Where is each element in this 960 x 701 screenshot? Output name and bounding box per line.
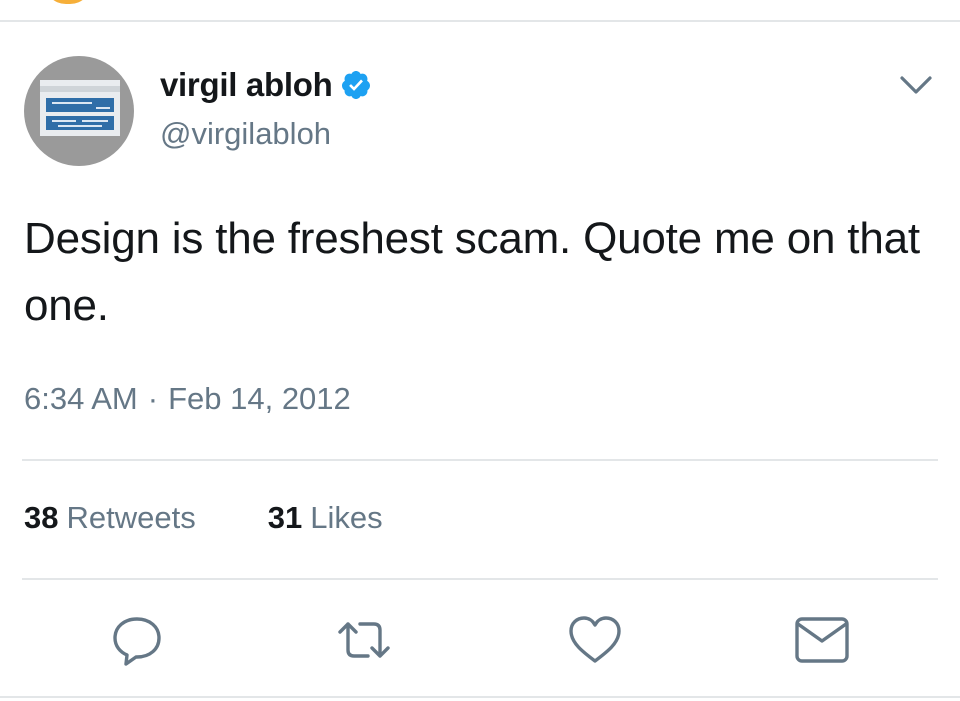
avatar[interactable] [24,56,134,166]
likes-count: 31 [267,500,303,535]
reply-button[interactable] [107,610,167,670]
tweet-stats: 38 Retweets 31 Likes [24,500,383,536]
direct-message-button[interactable] [792,610,852,670]
tweet-timestamp[interactable]: 6:34 AM · Feb 14, 2012 [24,381,351,417]
stats-top-divider [22,459,938,461]
display-name[interactable]: virgil abloh [160,66,333,104]
like-button[interactable] [565,610,625,670]
speech-bubble-icon [113,617,161,666]
tweet-text: Design is the freshest scam. Quote me on… [24,214,920,330]
verified-badge-icon [340,69,372,101]
actions-top-divider [22,578,938,580]
heart-icon [569,616,621,663]
tweet-date: Feb 14, 2012 [168,381,351,416]
likes-stat[interactable]: 31 Likes [268,500,383,536]
timestamp-separator: · [147,381,159,416]
retweet-button[interactable] [334,610,394,670]
top-divider [0,20,960,22]
retweets-label: Retweets [66,500,196,535]
retweet-arrows-icon [338,622,390,658]
chevron-down-icon[interactable] [896,70,936,100]
previous-avatar-edge [44,0,92,4]
avatar-image [40,80,120,136]
author-name-row[interactable]: virgil abloh [160,66,372,104]
user-handle[interactable]: @virgilabloh [160,116,331,152]
bottom-divider [0,696,960,698]
retweets-count: 38 [24,500,59,535]
envelope-icon [795,617,849,663]
retweets-stat[interactable]: 38 Retweets [24,500,196,536]
likes-label: Likes [310,500,383,535]
tweet-time: 6:34 AM [24,381,138,416]
